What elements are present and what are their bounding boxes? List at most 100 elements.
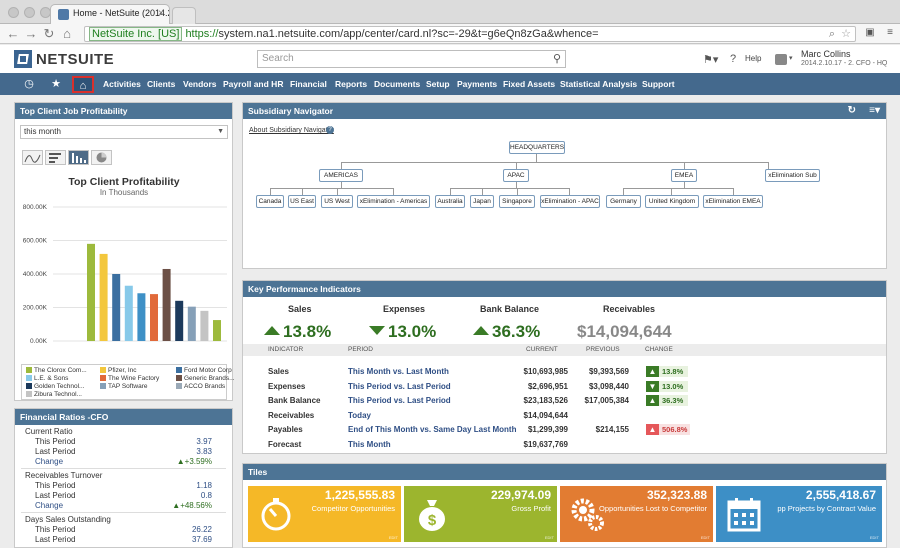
- recent-history-icon[interactable]: ◷: [18, 76, 40, 93]
- tile-edit-link[interactable]: EDIT: [389, 535, 398, 540]
- chart-bar[interactable]: [187, 306, 196, 341]
- nav-payments[interactable]: Payments: [457, 79, 497, 89]
- node-emea[interactable]: EMEA: [671, 169, 697, 182]
- about-subsidiary-link[interactable]: About Subsidiary Navigator: [249, 127, 334, 134]
- nav-fixed-assets[interactable]: Fixed Assets: [503, 79, 555, 89]
- chart-bar[interactable]: [124, 285, 133, 341]
- kpi-period[interactable]: This Month vs. Last Month: [348, 367, 449, 376]
- horizontal-bar-chart-type-button[interactable]: [45, 150, 66, 165]
- portlet-menu-icon[interactable]: ≡▾: [869, 103, 880, 119]
- search-icon[interactable]: ⚲: [553, 51, 561, 67]
- kpi-period[interactable]: This Month: [348, 440, 391, 449]
- url-input[interactable]: NetSuite Inc. [US] https://system.na1.net…: [84, 26, 856, 42]
- tab-close-icon[interactable]: ×: [158, 8, 164, 19]
- kpi-bank-value[interactable]: 36.3%: [473, 322, 540, 342]
- tile-competitor-opportunities[interactable]: 1,225,555.83 Competitor Opportunities ED…: [248, 486, 401, 542]
- kpi-receivables-value[interactable]: $14,094,644: [577, 322, 672, 342]
- forward-icon[interactable]: →: [24, 26, 38, 41]
- chart-bar[interactable]: [112, 274, 121, 341]
- kpi-period[interactable]: This Period vs. Last Period: [348, 396, 451, 405]
- netsuite-logo[interactable]: NETSUITE: [36, 51, 114, 68]
- column-chart-type-button[interactable]: [68, 150, 89, 165]
- reload-icon[interactable]: ↻: [42, 26, 56, 41]
- favorites-star-icon[interactable]: ★: [45, 76, 67, 93]
- chart-bar[interactable]: [99, 253, 108, 341]
- ev-certificate-badge[interactable]: NetSuite Inc. [US]: [89, 27, 183, 41]
- netsuite-logo-icon[interactable]: [14, 50, 32, 68]
- minimize-window-button[interactable]: [24, 7, 35, 18]
- nav-statistical-analysis[interactable]: Statistical Analysis: [560, 79, 637, 89]
- recent-records-icon[interactable]: ⚑▾: [703, 53, 718, 66]
- legend-item[interactable]: TAP Software: [100, 383, 148, 390]
- kpi-period[interactable]: Today: [348, 411, 371, 420]
- chart-bar[interactable]: [137, 293, 146, 341]
- nav-financial[interactable]: Financial: [290, 79, 327, 89]
- node-singapore[interactable]: Singapore: [499, 195, 535, 208]
- chart-bar[interactable]: [87, 243, 95, 341]
- user-info[interactable]: Marc Collins 2014.2.10.17 - 2. CFO - HQ: [801, 50, 887, 68]
- node-xelimination-emea[interactable]: xElimination EMEA: [703, 195, 763, 208]
- period-select[interactable]: this month ▼: [20, 125, 228, 139]
- kpi-sales-value[interactable]: 13.8%: [264, 322, 331, 342]
- legend-item[interactable]: Zibura Technol...: [26, 391, 82, 398]
- nav-clients[interactable]: Clients: [147, 79, 175, 89]
- nav-setup[interactable]: Setup: [426, 79, 450, 89]
- chart-bar[interactable]: [213, 320, 221, 341]
- nav-payroll-hr[interactable]: Payroll and HR: [223, 79, 283, 89]
- node-japan[interactable]: Japan: [470, 195, 494, 208]
- help-icon[interactable]: ?: [730, 53, 736, 65]
- node-germany[interactable]: Germany: [606, 195, 641, 208]
- legend-item[interactable]: Generic Brands...: [176, 375, 235, 382]
- tile-edit-link[interactable]: EDIT: [545, 535, 554, 540]
- node-xelimination-americas[interactable]: xElimination - Americas: [357, 195, 430, 208]
- zoom-icon[interactable]: ⌕: [829, 27, 835, 41]
- node-headquarters[interactable]: HEADQUARTERS: [509, 141, 565, 154]
- tile-edit-link[interactable]: EDIT: [870, 535, 879, 540]
- back-icon[interactable]: ←: [6, 26, 20, 41]
- close-window-button[interactable]: [8, 7, 19, 18]
- nav-support[interactable]: Support: [642, 79, 675, 89]
- nav-vendors[interactable]: Vendors: [183, 79, 217, 89]
- node-americas[interactable]: AMERICAS: [319, 169, 363, 182]
- pie-chart-type-button[interactable]: [91, 150, 112, 165]
- global-search-input[interactable]: Search ⚲: [257, 50, 566, 68]
- new-tab-button[interactable]: [172, 7, 196, 24]
- legend-item[interactable]: Ford Motor Corp: [176, 367, 232, 374]
- user-menu-chevron-down-icon[interactable]: ▾: [789, 54, 793, 62]
- node-xelimination-sub[interactable]: xElimination Sub: [765, 169, 820, 182]
- nav-documents[interactable]: Documents: [374, 79, 420, 89]
- chart-bar[interactable]: [175, 300, 184, 341]
- avatar[interactable]: [775, 54, 787, 65]
- chart-bar[interactable]: [162, 268, 171, 341]
- legend-item[interactable]: The Clorox Com...: [26, 367, 87, 374]
- tile-edit-link[interactable]: EDIT: [701, 535, 710, 540]
- tile-projects-contract-value[interactable]: 2,555,418.67 pp Projects by Contract Val…: [716, 486, 882, 542]
- browser-tab-active[interactable]: Home - NetSuite (2014.2.1 ×: [50, 4, 170, 24]
- chart-bar[interactable]: [200, 310, 209, 341]
- legend-item[interactable]: ACCO Brands: [176, 383, 225, 390]
- legend-item[interactable]: The Wine Factory: [100, 375, 159, 382]
- node-australia[interactable]: Australia: [435, 195, 465, 208]
- kpi-expenses-value[interactable]: 13.0%: [369, 322, 436, 342]
- home-browser-icon[interactable]: ⌂: [60, 26, 74, 41]
- tile-gross-profit[interactable]: $ 229,974.09 Gross Profit EDIT: [404, 486, 557, 542]
- extension-icon[interactable]: ▣: [864, 27, 876, 40]
- node-apac[interactable]: APAC: [503, 169, 529, 182]
- legend-item[interactable]: Golden Technol...: [26, 383, 84, 390]
- node-canada[interactable]: Canada: [256, 195, 284, 208]
- line-chart-type-button[interactable]: [22, 150, 43, 165]
- help-link[interactable]: Help: [745, 54, 761, 63]
- node-us-west[interactable]: US West: [321, 195, 353, 208]
- node-united-kingdom[interactable]: United Kingdom: [645, 195, 699, 208]
- chart-bar[interactable]: [150, 294, 158, 341]
- legend-item[interactable]: L.E. & Sons: [26, 375, 68, 382]
- refresh-icon[interactable]: ↻: [848, 103, 856, 119]
- nav-activities[interactable]: Activities: [103, 79, 141, 89]
- home-icon[interactable]: ⌂: [72, 76, 94, 93]
- menu-icon[interactable]: ≡: [884, 27, 896, 40]
- legend-item[interactable]: Pfizer, Inc: [100, 367, 137, 374]
- bookmark-star-icon[interactable]: ☆: [841, 27, 851, 41]
- node-xelimination-apac[interactable]: xElimination - APAC: [540, 195, 600, 208]
- node-us-east[interactable]: US East: [288, 195, 316, 208]
- tile-opportunities-lost[interactable]: 352,323.88 Opportunities Lost to Competi…: [560, 486, 713, 542]
